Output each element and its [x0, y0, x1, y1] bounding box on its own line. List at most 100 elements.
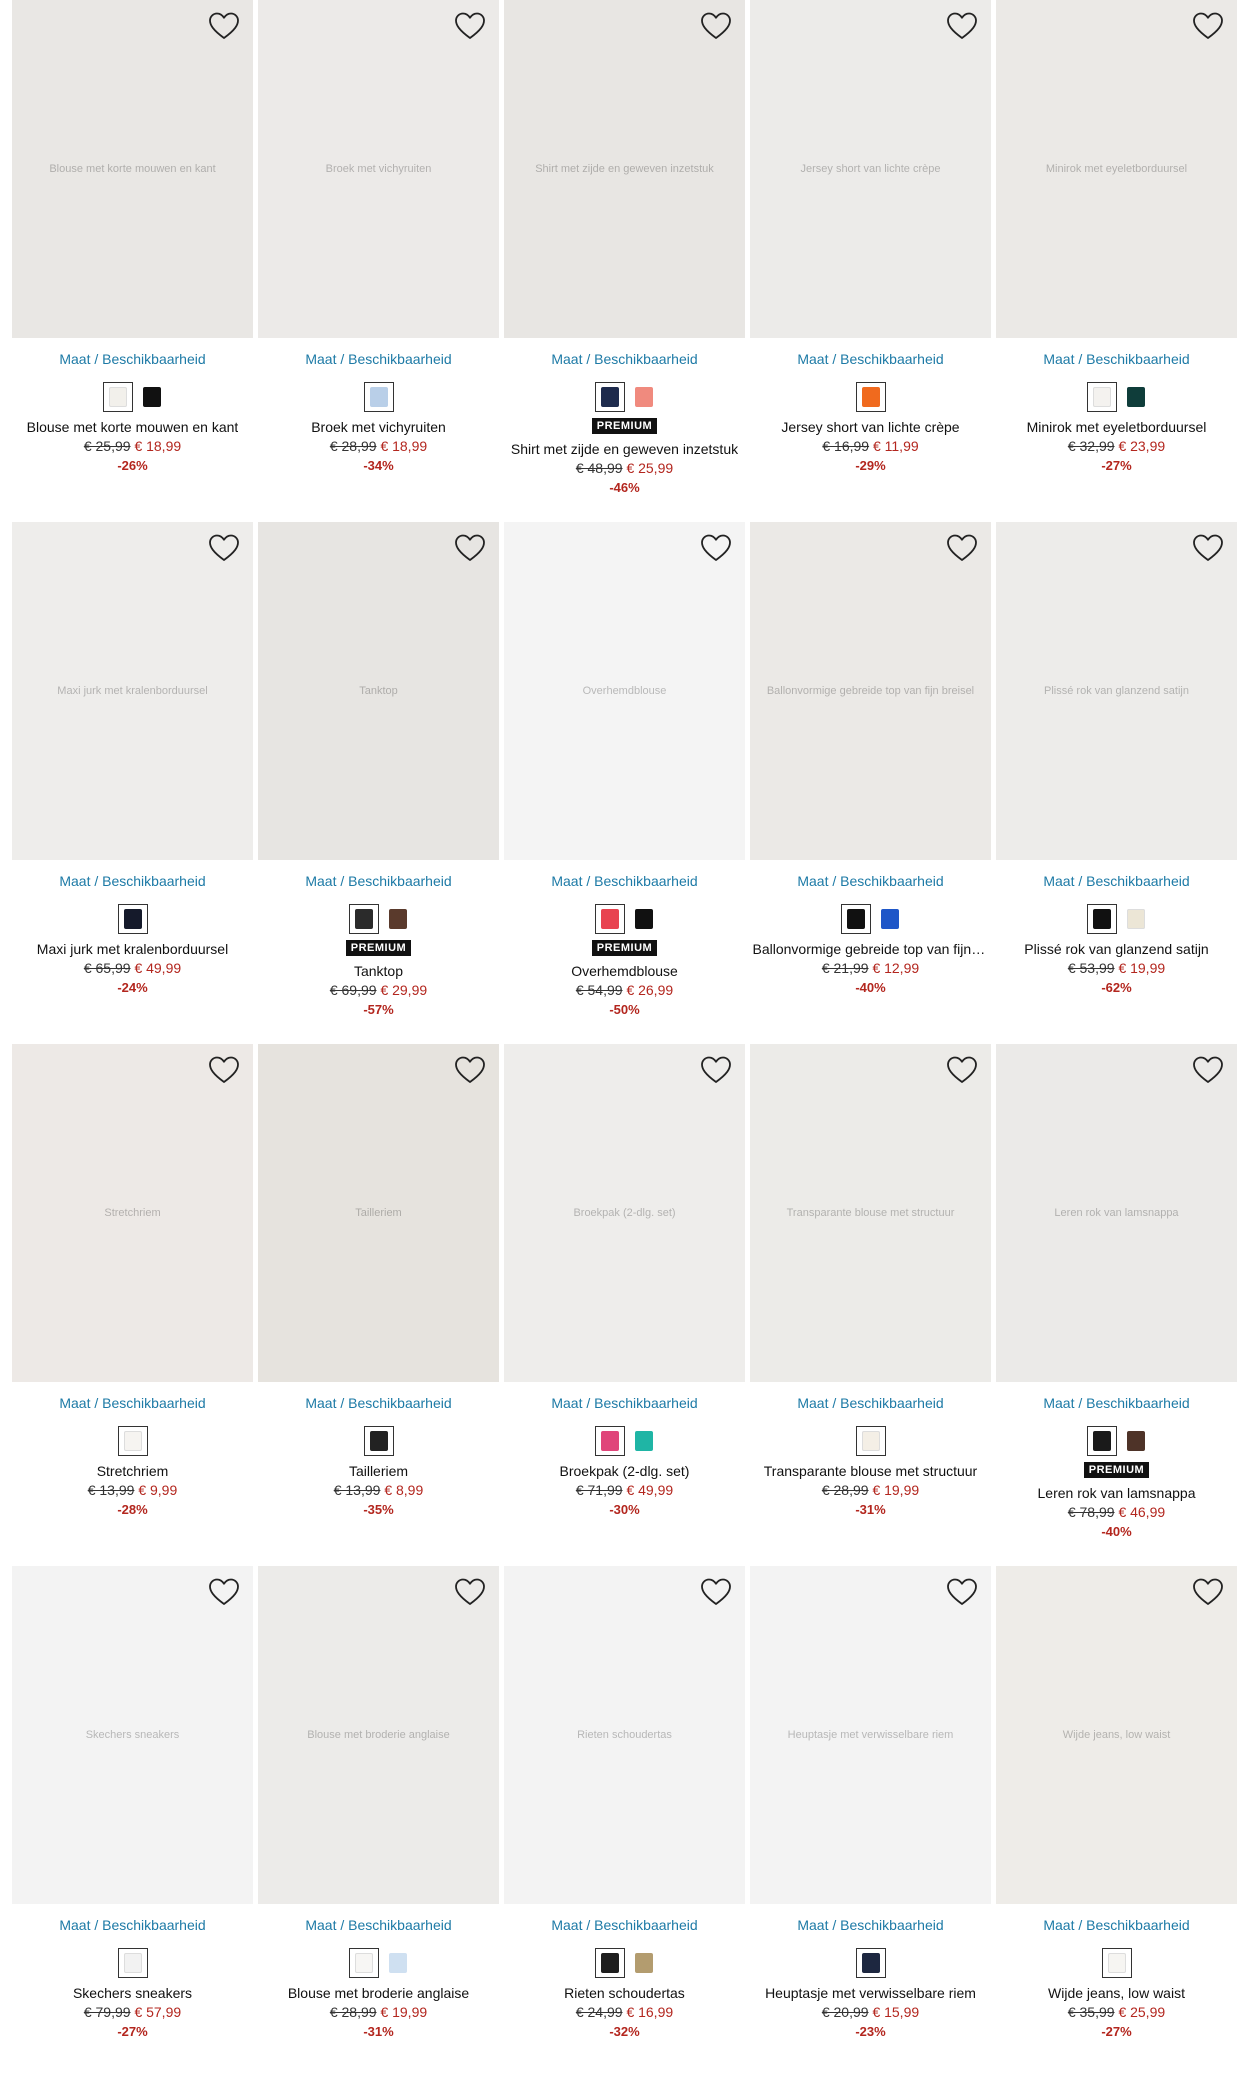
product-card[interactable]: Plissé rok van glanzend satijn Maat / Be…	[996, 522, 1237, 1044]
product-card[interactable]: Broekpak (2-dlg. set) Maat / Beschikbaar…	[504, 1044, 745, 1566]
color-swatch[interactable]	[633, 1428, 655, 1454]
color-swatch[interactable]	[1125, 906, 1147, 932]
product-image[interactable]: Rieten schoudertas	[504, 1566, 745, 1904]
wishlist-heart-icon[interactable]	[1191, 1054, 1225, 1086]
size-availability-link[interactable]: Maat / Beschikbaarheid	[797, 350, 943, 368]
product-name[interactable]: Broekpak (2-dlg. set)	[560, 1462, 690, 1480]
color-swatch[interactable]	[141, 384, 163, 410]
wishlist-heart-icon[interactable]	[945, 1576, 979, 1608]
product-image[interactable]: Wijde jeans, low waist	[996, 1566, 1237, 1904]
product-name[interactable]: Wijde jeans, low waist	[1048, 1984, 1185, 2002]
size-availability-link[interactable]: Maat / Beschikbaarheid	[59, 1394, 205, 1412]
color-swatch[interactable]	[1101, 1948, 1132, 1978]
product-card[interactable]: Blouse met broderie anglaise Maat / Besc…	[258, 1566, 499, 2088]
color-swatch[interactable]	[594, 382, 625, 412]
color-swatch[interactable]	[348, 1948, 379, 1978]
product-card[interactable]: Tanktop Maat / Beschikbaarheid PREMIUM T…	[258, 522, 499, 1044]
size-availability-link[interactable]: Maat / Beschikbaarheid	[59, 350, 205, 368]
product-image[interactable]: Broek met vichyruiten	[258, 0, 499, 338]
product-name[interactable]: Skechers sneakers	[73, 1984, 192, 2002]
size-availability-link[interactable]: Maat / Beschikbaarheid	[551, 872, 697, 890]
wishlist-heart-icon[interactable]	[699, 1054, 733, 1086]
product-name[interactable]: Jersey short van lichte crèpe	[781, 418, 959, 436]
product-image[interactable]: Heuptasje met verwisselbare riem	[750, 1566, 991, 1904]
size-availability-link[interactable]: Maat / Beschikbaarheid	[797, 1394, 943, 1412]
wishlist-heart-icon[interactable]	[453, 532, 487, 564]
color-swatch[interactable]	[855, 382, 886, 412]
size-availability-link[interactable]: Maat / Beschikbaarheid	[1043, 1916, 1189, 1934]
color-swatch[interactable]	[363, 382, 394, 412]
product-image[interactable]: Leren rok van lamsnappa	[996, 1044, 1237, 1382]
product-name[interactable]: Leren rok van lamsnappa	[1038, 1484, 1196, 1502]
color-swatch[interactable]	[117, 1426, 148, 1456]
size-availability-link[interactable]: Maat / Beschikbaarheid	[551, 1916, 697, 1934]
wishlist-heart-icon[interactable]	[453, 10, 487, 42]
product-card[interactable]: Ballonvormige gebreide top van fijn brei…	[750, 522, 991, 1044]
product-image[interactable]: Ballonvormige gebreide top van fijn brei…	[750, 522, 991, 860]
wishlist-heart-icon[interactable]	[699, 10, 733, 42]
product-image[interactable]: Transparante blouse met structuur	[750, 1044, 991, 1382]
product-card[interactable]: Stretchriem Maat / Beschikbaarheid Stret…	[12, 1044, 253, 1566]
color-swatch[interactable]	[117, 1948, 148, 1978]
size-availability-link[interactable]: Maat / Beschikbaarheid	[1043, 1394, 1189, 1412]
product-card[interactable]: Wijde jeans, low waist Maat / Beschikbaa…	[996, 1566, 1237, 2088]
product-name[interactable]: Broek met vichyruiten	[311, 418, 446, 436]
color-swatch[interactable]	[117, 904, 148, 934]
product-name[interactable]: Tailleriem	[349, 1462, 408, 1480]
color-swatch[interactable]	[387, 906, 409, 932]
product-card[interactable]: Skechers sneakers Maat / Beschikbaarheid…	[12, 1566, 253, 2088]
product-image[interactable]: Minirok met eyeletborduursel	[996, 0, 1237, 338]
product-image[interactable]: Blouse met korte mouwen en kant	[12, 0, 253, 338]
product-name[interactable]: Blouse met korte mouwen en kant	[27, 418, 239, 436]
wishlist-heart-icon[interactable]	[945, 1054, 979, 1086]
wishlist-heart-icon[interactable]	[207, 10, 241, 42]
wishlist-heart-icon[interactable]	[699, 1576, 733, 1608]
wishlist-heart-icon[interactable]	[207, 1576, 241, 1608]
color-swatch[interactable]	[855, 1948, 886, 1978]
color-swatch[interactable]	[633, 906, 655, 932]
product-card[interactable]: Leren rok van lamsnappa Maat / Beschikba…	[996, 1044, 1237, 1566]
wishlist-heart-icon[interactable]	[945, 10, 979, 42]
wishlist-heart-icon[interactable]	[1191, 1576, 1225, 1608]
wishlist-heart-icon[interactable]	[1191, 532, 1225, 564]
color-swatch[interactable]	[840, 904, 871, 934]
size-availability-link[interactable]: Maat / Beschikbaarheid	[1043, 350, 1189, 368]
product-card[interactable]: Broek met vichyruiten Maat / Beschikbaar…	[258, 0, 499, 522]
product-image[interactable]: Jersey short van lichte crèpe	[750, 0, 991, 338]
product-name[interactable]: Maxi jurk met kralenborduursel	[37, 940, 228, 958]
product-image[interactable]: Tailleriem	[258, 1044, 499, 1382]
product-card[interactable]: Maxi jurk met kralenborduursel Maat / Be…	[12, 522, 253, 1044]
size-availability-link[interactable]: Maat / Beschikbaarheid	[1043, 872, 1189, 890]
product-image[interactable]: Maxi jurk met kralenborduursel	[12, 522, 253, 860]
product-image[interactable]: Broekpak (2-dlg. set)	[504, 1044, 745, 1382]
product-image[interactable]: Blouse met broderie anglaise	[258, 1566, 499, 1904]
product-card[interactable]: Heuptasje met verwisselbare riem Maat / …	[750, 1566, 991, 2088]
product-image[interactable]: Plissé rok van glanzend satijn	[996, 522, 1237, 860]
product-card[interactable]: Minirok met eyeletborduursel Maat / Besc…	[996, 0, 1237, 522]
wishlist-heart-icon[interactable]	[207, 532, 241, 564]
size-availability-link[interactable]: Maat / Beschikbaarheid	[59, 872, 205, 890]
wishlist-heart-icon[interactable]	[699, 532, 733, 564]
size-availability-link[interactable]: Maat / Beschikbaarheid	[797, 872, 943, 890]
color-swatch[interactable]	[348, 904, 379, 934]
product-image[interactable]: Tanktop	[258, 522, 499, 860]
color-swatch[interactable]	[1086, 382, 1117, 412]
color-swatch[interactable]	[594, 1948, 625, 1978]
color-swatch[interactable]	[1125, 384, 1147, 410]
product-name[interactable]: Rieten schoudertas	[564, 1984, 685, 2002]
wishlist-heart-icon[interactable]	[453, 1054, 487, 1086]
color-swatch[interactable]	[363, 1426, 394, 1456]
wishlist-heart-icon[interactable]	[1191, 10, 1225, 42]
size-availability-link[interactable]: Maat / Beschikbaarheid	[305, 350, 451, 368]
product-image[interactable]: Skechers sneakers	[12, 1566, 253, 1904]
size-availability-link[interactable]: Maat / Beschikbaarheid	[305, 1394, 451, 1412]
color-swatch[interactable]	[1086, 1426, 1117, 1456]
product-name[interactable]: Blouse met broderie anglaise	[288, 1984, 469, 2002]
size-availability-link[interactable]: Maat / Beschikbaarheid	[59, 1916, 205, 1934]
product-name[interactable]: Transparante blouse met structuur	[764, 1462, 977, 1480]
product-card[interactable]: Overhemdblouse Maat / Beschikbaarheid PR…	[504, 522, 745, 1044]
color-swatch[interactable]	[879, 906, 901, 932]
color-swatch[interactable]	[1125, 1428, 1147, 1454]
color-swatch[interactable]	[594, 904, 625, 934]
wishlist-heart-icon[interactable]	[453, 1576, 487, 1608]
